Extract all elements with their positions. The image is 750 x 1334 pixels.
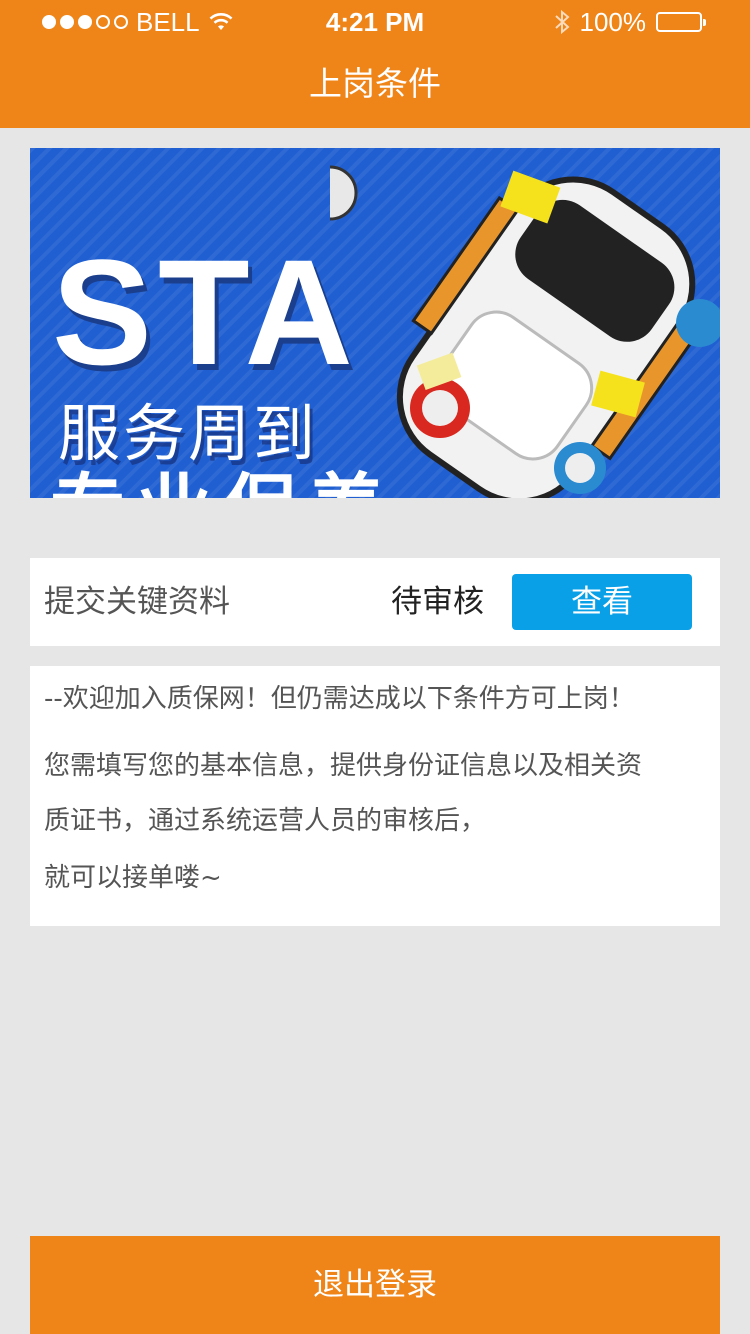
notice-line: --欢迎加入质保网！但仍需达成以下条件方可上岗！ — [44, 684, 635, 714]
notice-line: 质证书，通过系统运营人员的审核后， — [44, 806, 487, 836]
notice-line: 就可以接单喽~ — [44, 863, 222, 893]
document-status-label: 提交关键资料 — [44, 584, 230, 620]
document-status-row: 提交关键资料 待审核 查看 — [30, 558, 720, 646]
status-bar: BELL 4:21 PM 100% — [0, 0, 750, 44]
view-button[interactable]: 查看 — [512, 574, 692, 630]
banner-slogan-partial: 专业保养 — [50, 468, 394, 499]
header-bar: BELL 4:21 PM 100% 上岗条件 — [0, 0, 750, 128]
logout-button[interactable]: 退出登录 — [30, 1236, 720, 1334]
bluetooth-icon — [554, 9, 570, 35]
car-wash-illustration-icon — [330, 165, 720, 498]
banner-slogan: 服务周到 — [58, 397, 319, 470]
status-right: 100% — [554, 0, 706, 44]
banner-logo-text: STA — [52, 228, 359, 396]
battery-percent: 100% — [579, 7, 647, 37]
battery-icon — [656, 12, 706, 32]
notice-card: --欢迎加入质保网！但仍需达成以下条件方可上岗！ 您需填写您的基本信息，提供身份… — [30, 666, 720, 926]
review-status-text: 待审核 — [391, 584, 484, 620]
page-title: 上岗条件 — [309, 64, 441, 103]
notice-line: 您需填写您的基本信息，提供身份证信息以及相关资 — [44, 751, 643, 781]
promo-banner[interactable]: STA 服务周到 专业保养 — [30, 148, 720, 498]
